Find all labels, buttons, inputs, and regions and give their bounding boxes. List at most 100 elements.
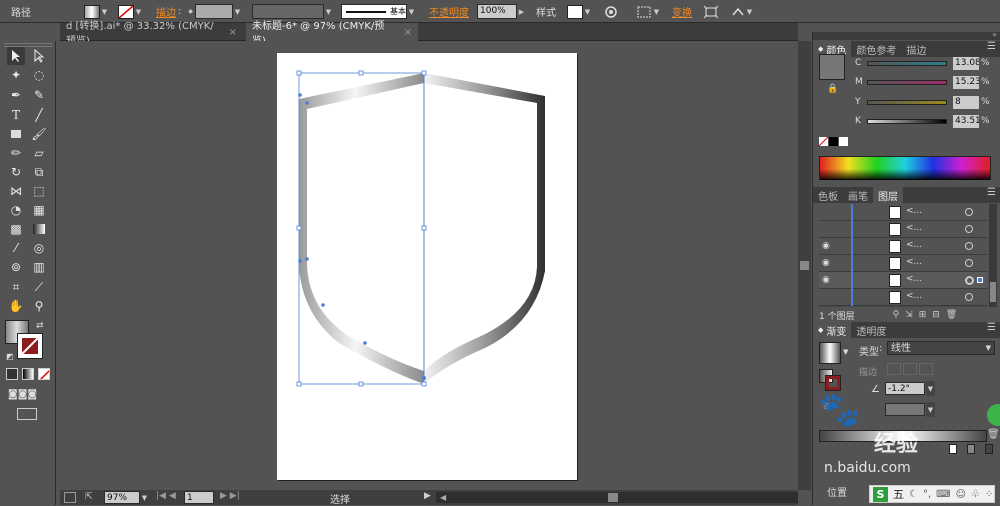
- zoom-dropdown-arrow[interactable]: ▼: [140, 490, 149, 505]
- slider-cyan[interactable]: C 13.08 %: [855, 56, 990, 70]
- selection-indicator[interactable]: [977, 277, 983, 283]
- angle-dropdown-arrow[interactable]: ▼: [926, 381, 935, 396]
- gradient-stops[interactable]: [949, 444, 993, 454]
- opacity-label[interactable]: 不透明度: [429, 3, 469, 20]
- keyboard-icon[interactable]: ⌨: [936, 489, 950, 500]
- tab-transparency[interactable]: 透明度: [851, 322, 891, 338]
- layer-row[interactable]: <...: [819, 204, 987, 221]
- white-swatch[interactable]: [839, 137, 848, 146]
- layer-name[interactable]: <...: [906, 240, 922, 250]
- horizontal-scrollbar[interactable]: ◀: [436, 492, 798, 503]
- layer-row[interactable]: ◉ <...: [819, 238, 987, 255]
- column-graph-tool-icon[interactable]: ▥: [30, 258, 48, 276]
- layer-row-selected[interactable]: ◉ <...: [819, 272, 987, 289]
- opacity-input[interactable]: 100% ▶: [477, 3, 526, 20]
- layer-actions-icons[interactable]: ⚲⇲⊞⊟🗑: [893, 310, 964, 320]
- width-tool-icon[interactable]: ⋈: [7, 182, 25, 200]
- punctuation-icon[interactable]: °,: [923, 489, 931, 500]
- slider-value[interactable]: 15.23: [953, 75, 979, 89]
- magic-wand-tool-icon[interactable]: ✦: [7, 66, 25, 84]
- black-swatch[interactable]: [829, 137, 838, 146]
- eraser-tool-icon[interactable]: ▱: [30, 144, 48, 162]
- screen-mode-icon[interactable]: [17, 408, 37, 420]
- eye-icon[interactable]: ◉: [822, 258, 830, 268]
- slider-magenta[interactable]: M 15.23 %: [855, 75, 990, 89]
- target-icon[interactable]: [965, 293, 973, 301]
- layer-row[interactable]: ◉ <...: [819, 255, 987, 272]
- slider-value[interactable]: 13.08: [953, 56, 979, 70]
- ime-toolbar[interactable]: S 五 ☾ °, ⌨ ☺ ♧ ⁘: [869, 485, 995, 503]
- target-icon[interactable]: [965, 225, 973, 233]
- layer-name[interactable]: <...: [906, 257, 922, 267]
- layer-name[interactable]: <...: [906, 291, 922, 301]
- aspect-dropdown-arrow[interactable]: ▼: [926, 402, 935, 417]
- dock-header[interactable]: »: [813, 30, 1000, 40]
- recolor-icon[interactable]: [604, 3, 618, 20]
- tab-swatches[interactable]: 色板: [813, 187, 843, 203]
- blend-tool-icon[interactable]: ◎: [30, 239, 48, 257]
- scroll-left-icon[interactable]: ◀: [440, 493, 446, 502]
- paintbrush-tool-icon[interactable]: 🖌: [30, 125, 48, 143]
- rotate-tool-icon[interactable]: ↻: [7, 163, 25, 181]
- layer-name[interactable]: <...: [906, 206, 922, 216]
- layers-scrollbar[interactable]: [989, 204, 997, 307]
- shape-builder-tool-icon[interactable]: ◔: [7, 201, 25, 219]
- hand-tool-icon[interactable]: ✋: [7, 297, 25, 315]
- free-transform-tool-icon[interactable]: ⬚: [30, 182, 48, 200]
- tab-stroke[interactable]: 描边: [901, 41, 931, 57]
- stroke-gradient-box[interactable]: [825, 375, 841, 391]
- vertical-scrollbar[interactable]: [798, 41, 811, 490]
- artboard[interactable]: [277, 53, 577, 480]
- panel-expand-icon[interactable]: ◆: [818, 45, 823, 53]
- type-tool-icon[interactable]: T: [7, 106, 25, 124]
- none-mode-icon[interactable]: [38, 368, 50, 380]
- slider-yellow[interactable]: Y 8 %: [855, 95, 990, 109]
- target-icon[interactable]: [965, 208, 973, 216]
- tab-brushes[interactable]: 画笔: [843, 187, 873, 203]
- tab-document-2[interactable]: 未标题-6* @ 97% (CMYK/预览) ×: [246, 21, 418, 47]
- gradient-preview-arrow[interactable]: ▼: [843, 348, 848, 356]
- stroke-gradient-options[interactable]: [887, 363, 933, 375]
- collapse-icon[interactable]: »: [992, 30, 997, 39]
- next-page-icon[interactable]: ▶ ▶|: [220, 491, 240, 501]
- none-swatch[interactable]: [819, 137, 828, 146]
- transform-label[interactable]: 变换: [672, 3, 692, 20]
- layers-menu-icon[interactable]: ☰: [987, 187, 996, 198]
- panel-menu-icon[interactable]: ☰: [987, 41, 996, 52]
- angle-input[interactable]: -1.2°: [885, 382, 925, 395]
- gradient-preview[interactable]: [819, 342, 841, 364]
- shield-artwork[interactable]: [277, 53, 577, 480]
- direct-selection-tool-icon[interactable]: [30, 47, 48, 65]
- artboard-tool-icon[interactable]: ⌗: [7, 278, 25, 296]
- layer-name[interactable]: <...: [906, 223, 922, 233]
- line-tool-icon[interactable]: ╱: [30, 106, 48, 124]
- pencil-tool-icon[interactable]: ✏: [7, 144, 25, 162]
- zoom-tool-icon[interactable]: ⚲: [30, 297, 48, 315]
- color-mode-icon[interactable]: [6, 368, 18, 380]
- layer-row[interactable]: <...: [819, 289, 987, 306]
- target-icon[interactable]: [965, 259, 973, 267]
- artboard-nav-icon[interactable]: [64, 492, 76, 503]
- delete-stop-icon[interactable]: 🗑: [987, 429, 1000, 440]
- ime-mode-label[interactable]: 五: [893, 486, 904, 502]
- gradient-type-select[interactable]: 线性 ▼: [887, 341, 995, 355]
- scale-tool-icon[interactable]: ⧉: [30, 163, 48, 181]
- target-icon[interactable]: [965, 242, 973, 250]
- tab-layers[interactable]: 图层: [873, 187, 903, 203]
- eyedropper-tool-icon[interactable]: ⁄: [7, 239, 25, 257]
- symbol-sprayer-tool-icon[interactable]: ⊚: [7, 258, 25, 276]
- swap-fill-stroke-icon[interactable]: ⇄: [36, 321, 44, 331]
- quick-swatches[interactable]: [819, 137, 848, 146]
- curvature-tool-icon[interactable]: ✎: [30, 86, 48, 104]
- share-icon[interactable]: ⇱: [85, 492, 93, 502]
- gradient-slider[interactable]: [819, 430, 987, 442]
- isolate-icon[interactable]: [703, 3, 719, 20]
- panel-expand-icon[interactable]: ◆: [818, 326, 823, 334]
- gradient-mode-icon[interactable]: [22, 368, 34, 380]
- align-icon[interactable]: ▼: [636, 3, 661, 20]
- layer-name[interactable]: <...: [906, 274, 922, 284]
- zoom-level[interactable]: 97%: [104, 491, 140, 504]
- shirt-icon[interactable]: ♧: [971, 489, 980, 500]
- hscroll-thumb[interactable]: [608, 493, 618, 502]
- close-icon[interactable]: ×: [404, 27, 412, 38]
